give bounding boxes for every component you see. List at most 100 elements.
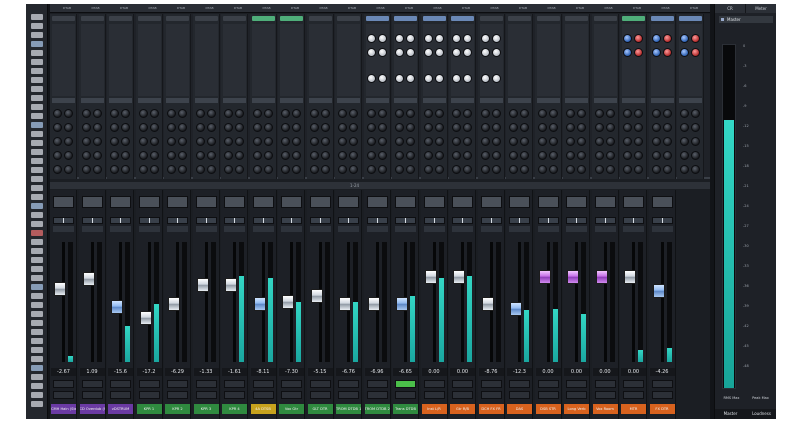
send-knob[interactable]: [634, 123, 643, 132]
channel-thumbnail[interactable]: [366, 196, 388, 208]
insert-knob[interactable]: [366, 34, 376, 43]
send-knob[interactable]: [235, 151, 244, 160]
rail-icon[interactable]: [31, 122, 43, 128]
send-knob[interactable]: [263, 151, 273, 160]
send-knob[interactable]: [64, 109, 73, 118]
send-knob[interactable]: [281, 151, 290, 160]
channel-buttons[interactable]: [651, 226, 673, 232]
channel-buttons[interactable]: [452, 226, 473, 232]
send-knob[interactable]: [195, 109, 205, 118]
send-knob[interactable]: [623, 165, 632, 174]
send-knob[interactable]: [53, 165, 62, 174]
send-knob[interactable]: [167, 109, 176, 118]
volume-fader[interactable]: [310, 288, 323, 303]
send-knob[interactable]: [366, 151, 376, 160]
routing-slot[interactable]: [422, 16, 446, 21]
send-knob[interactable]: [509, 123, 518, 132]
channel-name-tab[interactable]: DTAB: [452, 5, 480, 12]
channel-buttons[interactable]: [623, 226, 644, 232]
send-knob[interactable]: [548, 165, 558, 174]
channel-name-tab[interactable]: DTAB: [310, 5, 338, 12]
send-knob[interactable]: [263, 165, 273, 174]
send-knob[interactable]: [434, 151, 444, 160]
channel-name-tab[interactable]: DTAB: [509, 5, 537, 12]
routing-slot[interactable]: [650, 16, 674, 21]
send-knob[interactable]: [634, 165, 643, 174]
insert-slots[interactable]: [109, 24, 132, 96]
send-knob[interactable]: [121, 165, 130, 174]
routing-slot[interactable]: [223, 16, 246, 21]
routing-slot[interactable]: [565, 16, 588, 21]
rail-icon[interactable]: [31, 23, 43, 29]
send-knob[interactable]: [577, 137, 586, 146]
send-knob[interactable]: [662, 109, 672, 118]
send-knob[interactable]: [64, 151, 73, 160]
channel-thumbnail[interactable]: [195, 196, 217, 208]
channel-buttons[interactable]: [594, 226, 616, 232]
eq-bar[interactable]: [109, 98, 132, 103]
channel-name[interactable]: TROM DTDB 2: [364, 404, 390, 414]
insert-knob[interactable]: [662, 34, 672, 43]
send-knob[interactable]: [537, 137, 547, 146]
send-knob[interactable]: [634, 151, 643, 160]
send-knob[interactable]: [81, 151, 91, 160]
send-knob[interactable]: [691, 109, 700, 118]
rail-icon[interactable]: [31, 131, 43, 137]
channel-name[interactable]: KPR 1: [136, 404, 162, 414]
insert-knob[interactable]: [406, 74, 415, 83]
rail-icon[interactable]: [31, 149, 43, 155]
channel-buttons[interactable]: [309, 226, 331, 232]
send-knob[interactable]: [463, 109, 472, 118]
channel-thumbnail[interactable]: [566, 196, 587, 208]
send-knob[interactable]: [691, 165, 700, 174]
send-knob[interactable]: [548, 109, 558, 118]
channel-name-tab[interactable]: DTAB: [139, 5, 167, 12]
rail-icon[interactable]: [31, 86, 43, 92]
send-knob[interactable]: [138, 123, 148, 132]
insert-knob[interactable]: [406, 34, 415, 43]
channel-buttons[interactable]: [423, 226, 445, 232]
send-knob[interactable]: [520, 165, 529, 174]
routing-slot[interactable]: [194, 16, 218, 21]
send-knob[interactable]: [64, 137, 73, 146]
eq-bar[interactable]: [593, 98, 617, 103]
send-knob[interactable]: [651, 137, 661, 146]
send-knob[interactable]: [320, 165, 330, 174]
channel-thumbnail[interactable]: [167, 196, 188, 208]
insert-knob[interactable]: [377, 48, 387, 57]
routing-slot[interactable]: [536, 16, 560, 21]
send-knob[interactable]: [167, 165, 176, 174]
send-knob[interactable]: [605, 137, 615, 146]
send-knob[interactable]: [509, 109, 518, 118]
mute-solo-button[interactable]: [309, 380, 331, 388]
send-knob[interactable]: [423, 109, 433, 118]
tab-cr[interactable]: CR: [715, 4, 746, 13]
channel-name[interactable]: Trans DTDB: [393, 404, 418, 414]
send-knob[interactable]: [263, 137, 273, 146]
eq-bar[interactable]: [337, 98, 360, 103]
monitor-button[interactable]: [224, 391, 245, 399]
send-knob[interactable]: [594, 109, 604, 118]
send-knob[interactable]: [537, 123, 547, 132]
mute-solo-button[interactable]: [138, 380, 160, 388]
pan-control[interactable]: [110, 217, 131, 224]
monitor-button[interactable]: [452, 391, 473, 399]
send-knob[interactable]: [195, 151, 205, 160]
channel-name-tab[interactable]: DTAB: [538, 5, 566, 12]
routing-slot[interactable]: [394, 16, 417, 21]
send-knob[interactable]: [138, 165, 148, 174]
channel-name-tab[interactable]: DTAB: [110, 5, 138, 12]
overview-bar[interactable]: 1-24: [50, 182, 710, 189]
rail-icon[interactable]: [31, 32, 43, 38]
pan-control[interactable]: [480, 217, 502, 224]
insert-knob[interactable]: [480, 34, 490, 43]
send-knob[interactable]: [178, 123, 187, 132]
eq-bar[interactable]: [536, 98, 560, 103]
channel-name[interactable]: TROM DTDB 1: [336, 404, 361, 414]
send-knob[interactable]: [178, 109, 187, 118]
mute-solo-button[interactable]: [537, 380, 559, 388]
insert-knob[interactable]: [491, 34, 501, 43]
eq-bar[interactable]: [479, 98, 503, 103]
pan-control[interactable]: [566, 217, 587, 224]
send-knob[interactable]: [309, 123, 319, 132]
